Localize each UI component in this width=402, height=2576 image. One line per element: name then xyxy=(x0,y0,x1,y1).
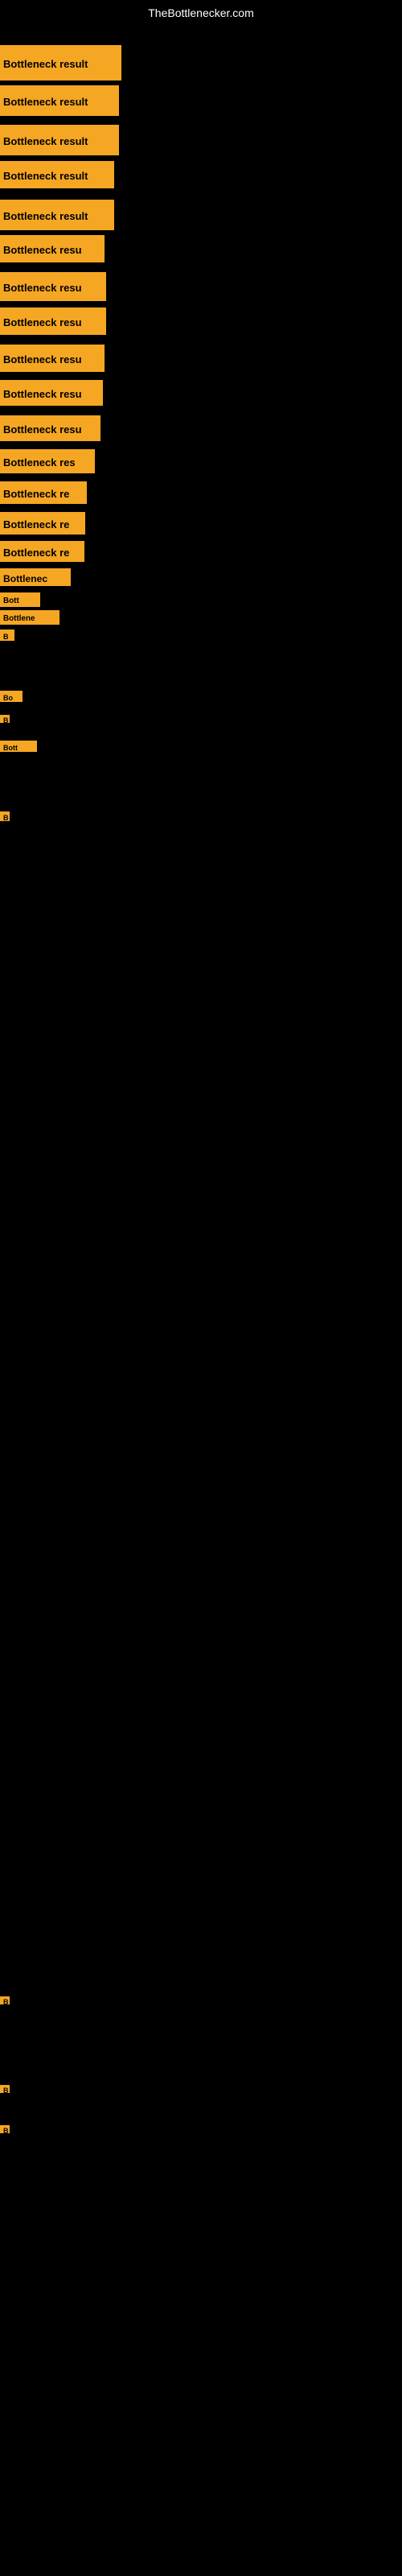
bottleneck-result-label: Bottleneck result xyxy=(0,125,119,155)
bottleneck-result-label: Bottleneck result xyxy=(0,45,121,80)
bottleneck-result-label: Bottleneck result xyxy=(0,161,114,188)
bottleneck-result-label: Bottleneck resu xyxy=(0,345,105,372)
site-title: TheBottlenecker.com xyxy=(148,6,254,19)
bottleneck-result-label: Bottleneck re xyxy=(0,512,85,535)
bottleneck-result-label: B xyxy=(0,2085,10,2093)
bottleneck-result-label: Bottleneck resu xyxy=(0,308,106,335)
bottleneck-result-label: Bottleneck resu xyxy=(0,380,103,406)
bottleneck-result-label: Bott xyxy=(0,592,40,607)
bottleneck-result-label: B xyxy=(0,2125,10,2133)
bottleneck-result-label: Bottleneck res xyxy=(0,449,95,473)
bottleneck-result-label: B xyxy=(0,1996,10,2004)
bottleneck-result-label: Bottleneck result xyxy=(0,200,114,230)
bottleneck-result-label: Bottlene xyxy=(0,610,59,625)
bottleneck-result-label: B xyxy=(0,811,10,821)
bottleneck-result-label: Bottleneck resu xyxy=(0,415,100,441)
bottleneck-result-label: Bottleneck re xyxy=(0,481,87,504)
bottleneck-result-label: Bottleneck result xyxy=(0,85,119,116)
bottleneck-result-label: Bottleneck resu xyxy=(0,235,105,262)
bottleneck-result-label: Bott xyxy=(0,741,37,752)
bottleneck-result-label: B xyxy=(0,630,14,641)
bottleneck-result-label: Bottleneck re xyxy=(0,541,84,562)
bottleneck-result-label: Bottlenec xyxy=(0,568,71,586)
bottleneck-result-label: Bo xyxy=(0,691,23,702)
bottleneck-result-label: B xyxy=(0,715,10,723)
bottleneck-result-label: Bottleneck resu xyxy=(0,272,106,301)
